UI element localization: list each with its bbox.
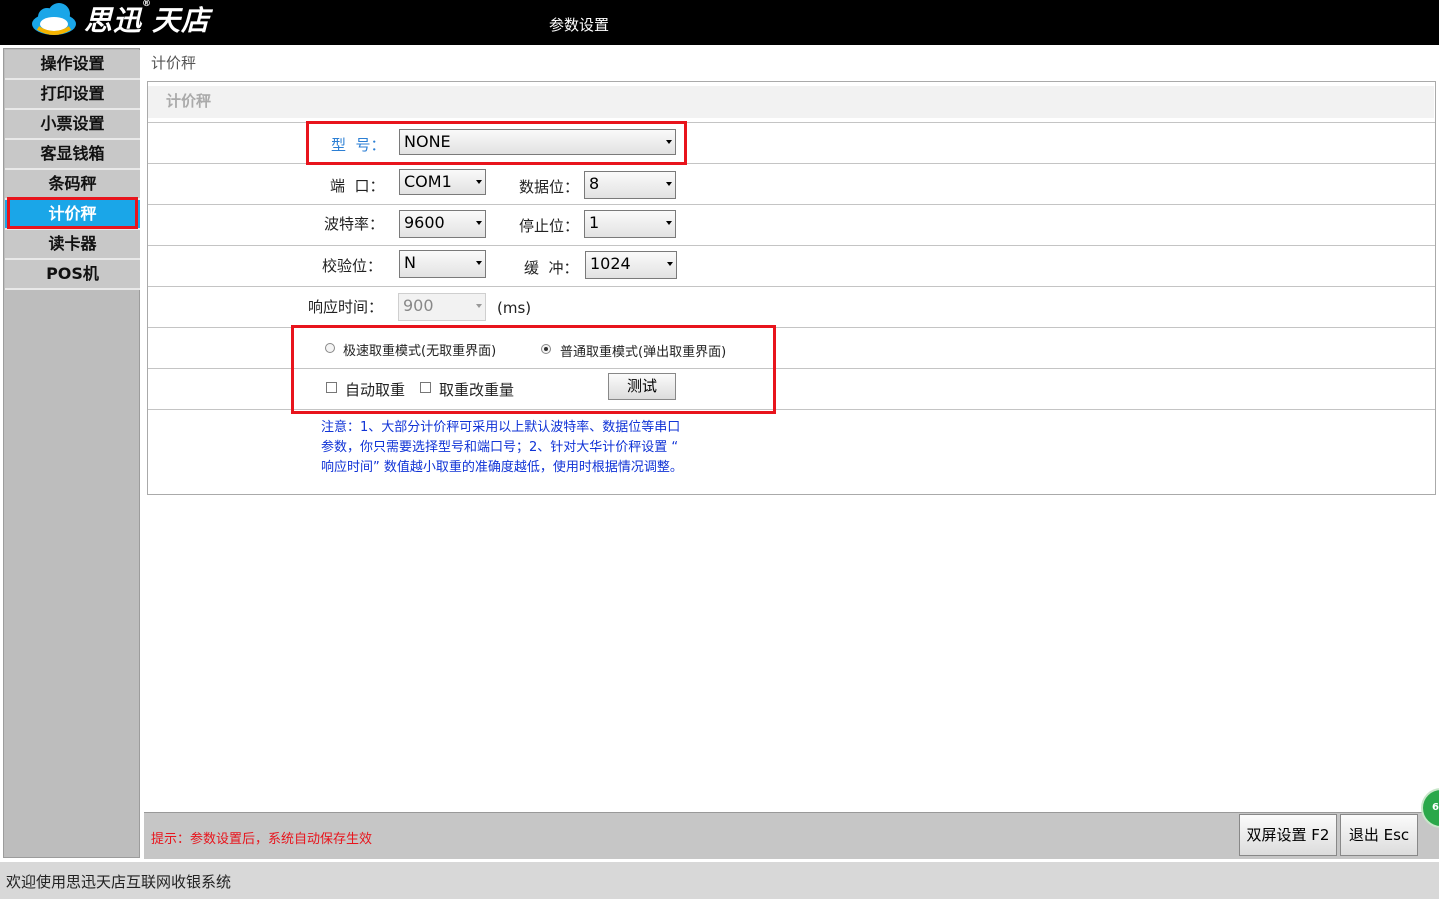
- sidebar-item-operation[interactable]: 操作设置: [5, 50, 140, 80]
- dropdown-arrow-icon: [476, 304, 482, 308]
- sidebar-item-display-cashbox[interactable]: 客显钱箱: [5, 140, 140, 170]
- response-time-select[interactable]: 900: [398, 293, 486, 321]
- model-select-value: NONE: [404, 132, 451, 151]
- fast-mode-label[interactable]: 极速取重模式(无取重界面): [343, 340, 496, 359]
- dropdown-arrow-icon: [666, 182, 672, 186]
- stopbits-select[interactable]: 1: [584, 210, 676, 238]
- model-label: 型 号：: [331, 136, 386, 154]
- dual-screen-button[interactable]: 双屏设置 F2: [1239, 814, 1337, 856]
- breadcrumb: 计价秤: [151, 54, 197, 72]
- title-bar: [0, 0, 1439, 45]
- baud-select[interactable]: 9600: [399, 210, 486, 238]
- cloud-logo-icon: [32, 3, 76, 35]
- parity-select-value: N: [404, 253, 416, 272]
- edit-weight-checkbox[interactable]: [420, 382, 431, 393]
- panel-header: [148, 86, 1434, 118]
- fast-mode-radio[interactable]: [325, 343, 335, 353]
- port-label: 端 口：: [330, 177, 385, 195]
- exit-button[interactable]: 退出 Esc: [1340, 814, 1418, 856]
- baud-label: 波特率：: [324, 215, 385, 233]
- auto-weigh-label[interactable]: 自动取重: [345, 379, 405, 400]
- response-time-unit: (ms): [497, 299, 532, 317]
- weigh-mode-highlight-box: [291, 325, 776, 414]
- row-divider: [148, 204, 1435, 205]
- note-line: 响应时间” 数值越小取重的准确度越低，使用时根据情况调整。: [321, 460, 683, 475]
- note-line: 参数，你只需要选择型号和端口号；2、针对大华计价秤设置 “: [321, 440, 679, 455]
- status-text: 欢迎使用思迅天店互联网收银系统: [6, 873, 232, 891]
- sidebar-item-print[interactable]: 打印设置: [5, 80, 140, 110]
- panel-title: 计价秤: [166, 92, 212, 110]
- window-title: 参数设置: [549, 16, 610, 34]
- port-select-value: COM1: [404, 172, 452, 191]
- dropdown-arrow-icon: [476, 221, 482, 225]
- dropdown-arrow-icon: [476, 180, 482, 184]
- dropdown-arrow-icon: [476, 261, 482, 265]
- active-item-highlight: [7, 197, 138, 229]
- databits-label: 数据位：: [519, 178, 580, 196]
- row-divider: [148, 245, 1435, 246]
- databits-select[interactable]: 8: [584, 171, 676, 199]
- dropdown-arrow-icon: [666, 140, 672, 144]
- logo-text: 思迅: [84, 4, 143, 37]
- row-divider: [148, 286, 1435, 287]
- sidebar-item-receipt[interactable]: 小票设置: [5, 110, 140, 140]
- dropdown-arrow-icon: [666, 221, 672, 225]
- response-time-label: 响应时间：: [308, 298, 384, 316]
- normal-mode-radio[interactable]: [541, 344, 551, 354]
- app-logo: 思迅®天店: [30, 0, 211, 37]
- registered-mark: ®: [142, 0, 153, 9]
- stopbits-label: 停止位：: [519, 217, 580, 235]
- logo-text-2: 天店: [152, 4, 211, 37]
- note-text: 注意：1、大部分计价秤可采用以上默认波特率、数据位等串口 参数，你只需要选择型号…: [321, 418, 721, 478]
- auto-weigh-checkbox[interactable]: [326, 382, 337, 393]
- buffer-label: 缓 冲：: [524, 259, 579, 277]
- sidebar-item-card-reader[interactable]: 读卡器: [5, 230, 140, 260]
- edit-weight-label[interactable]: 取重改重量: [439, 379, 514, 400]
- buffer-select[interactable]: 1024: [585, 251, 677, 279]
- normal-mode-label[interactable]: 普通取重模式(弹出取重界面): [560, 341, 726, 360]
- hint-text: 提示：参数设置后，系统自动保存生效: [151, 832, 373, 847]
- port-select[interactable]: COM1: [399, 169, 486, 195]
- databits-select-value: 8: [589, 174, 600, 193]
- test-button[interactable]: 测试: [608, 373, 676, 400]
- note-line: 注意：1、大部分计价秤可采用以上默认波特率、数据位等串口: [321, 420, 681, 435]
- parity-label: 校验位：: [322, 257, 383, 275]
- stopbits-select-value: 1: [589, 213, 600, 232]
- dropdown-arrow-icon: [667, 262, 673, 266]
- sidebar-item-pos[interactable]: POS机: [5, 260, 140, 290]
- response-time-value: 900: [403, 296, 434, 315]
- model-select[interactable]: NONE: [399, 129, 676, 155]
- buffer-select-value: 1024: [590, 254, 631, 273]
- parity-select[interactable]: N: [399, 250, 486, 278]
- sidebar: 操作设置 打印设置 小票设置 客显钱箱 条码秤 计价秤 读卡器 POS机: [3, 48, 140, 858]
- baud-select-value: 9600: [404, 213, 445, 232]
- sidebar-item-barcode-scale[interactable]: 条码秤: [5, 170, 140, 200]
